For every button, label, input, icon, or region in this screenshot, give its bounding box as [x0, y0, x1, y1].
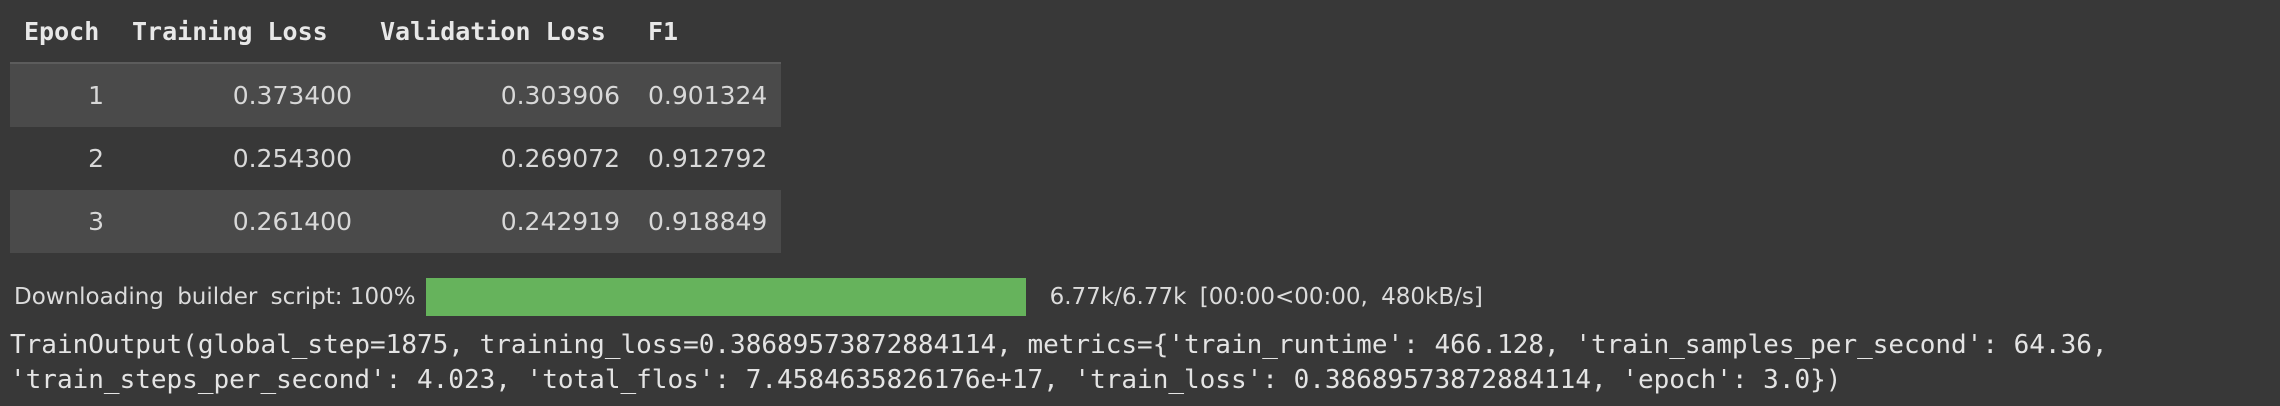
header-epoch: Epoch: [10, 0, 118, 64]
progress-description: Downloading builder script:: [14, 284, 343, 310]
cell-validation-loss: 0.242919: [366, 190, 634, 253]
progress-bar: [425, 278, 1026, 316]
training-metrics-table: Epoch Training Loss Validation Loss F1 1…: [10, 0, 782, 253]
table-row: 1 0.373400 0.303906 0.901324: [10, 63, 782, 127]
cell-epoch: 1: [10, 63, 118, 127]
cell-epoch: 3: [10, 190, 118, 253]
table-row: 2 0.254300 0.269072 0.912792: [10, 127, 781, 190]
header-f1: F1: [634, 0, 782, 64]
progress-percent: 100%: [349, 284, 416, 310]
cell-f1: 0.901324: [634, 63, 782, 127]
train-output-line: 'train_steps_per_second': 4.023, 'total_…: [10, 365, 1842, 395]
header-validation-loss: Validation Loss: [366, 0, 634, 64]
cell-training-loss: 0.254300: [232, 144, 352, 173]
train-output-line: TrainOutput(global_step=1875, training_l…: [10, 330, 2108, 360]
progress-bar-fill: [425, 278, 1026, 316]
progress-stats: 6.77k/6.77k [00:00<00:00, 480kB/s]: [1049, 284, 1483, 310]
download-progress: Downloading builder script: 100% 6.77k/6…: [14, 276, 1483, 318]
table-header-row: Epoch Training Loss Validation Loss F1: [10, 0, 782, 64]
cell-training-loss: 0.373400: [118, 63, 366, 127]
table-row: 3 0.261400 0.242919 0.918849: [10, 190, 782, 253]
header-training-loss: Training Loss: [118, 0, 366, 64]
cell-validation-loss: 0.269072: [500, 144, 620, 173]
cell-epoch: 2: [88, 144, 104, 173]
cell-f1: 0.912792: [648, 144, 768, 173]
train-output-text: TrainOutput(global_step=1875, training_l…: [10, 328, 2108, 398]
cell-validation-loss: 0.303906: [366, 63, 634, 127]
cell-training-loss: 0.261400: [118, 190, 366, 253]
cell-f1: 0.918849: [634, 190, 782, 253]
